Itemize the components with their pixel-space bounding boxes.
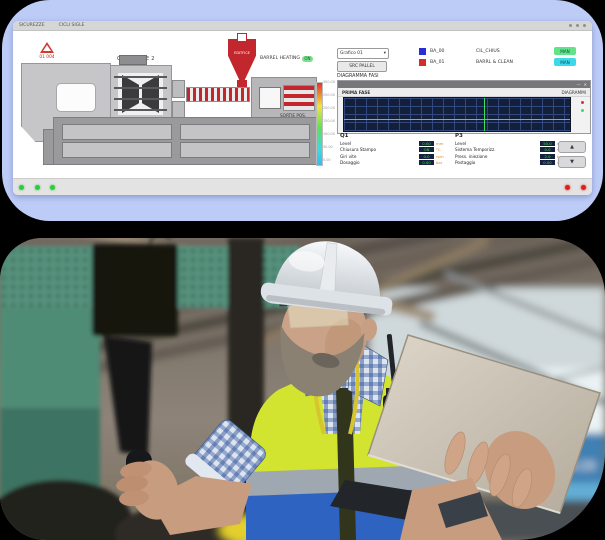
param-label: Press. iniezione xyxy=(455,154,540,159)
phase-plot xyxy=(343,97,571,132)
legend-desc: CIL_CHIUS xyxy=(476,49,554,54)
legend-swatch-blue-icon xyxy=(419,48,426,55)
sync-button[interactable]: SRC PALLEL xyxy=(337,61,387,72)
hmi-window: SICUREZZE CICLI SIGLE 01 004 CYCLE FASE … xyxy=(13,21,592,195)
menu-item-sicurezze[interactable]: SICUREZZE xyxy=(19,23,45,28)
param-unit: bar xyxy=(436,160,450,165)
status-red-light-icon xyxy=(581,185,586,190)
param-value: 0.00 xyxy=(419,160,434,165)
param-value: ON xyxy=(419,147,434,152)
hopper-inlet xyxy=(237,33,247,42)
param-value: 2.0 xyxy=(540,154,555,159)
param-unit: rpm xyxy=(436,154,450,159)
param-row: Level 50.0 mm xyxy=(455,140,571,147)
param-label: Level xyxy=(340,141,419,146)
hmi-titlebar: SICUREZZE CICLI SIGLE xyxy=(13,21,592,31)
hopper-neck xyxy=(237,80,247,87)
param-value: 50.0 xyxy=(540,141,555,146)
chevron-down-icon: ▾ xyxy=(384,51,386,56)
phase-diagram-label: DIAGRAMMA FASI xyxy=(337,74,379,79)
plot-vertical-cursor xyxy=(484,98,485,131)
param-row: Level 0.00 mm xyxy=(340,140,450,147)
q1-title: Q1 xyxy=(340,133,450,139)
param-row: Giri vite 0.0 rpm xyxy=(340,153,450,160)
close-icon[interactable]: ✕ xyxy=(584,82,587,87)
param-row: Postaggio 0.00 mm xyxy=(455,160,571,167)
machine-base xyxy=(53,117,317,165)
window-dot-icon[interactable] xyxy=(583,24,586,27)
window-dot-icon[interactable] xyxy=(569,24,572,27)
param-label: Dosaggio xyxy=(340,160,419,165)
legend-state-badge: MAN xyxy=(554,58,576,66)
barrel-on-badge: ON xyxy=(302,56,313,62)
machine-schematic: 01 004 CYCLE FASE 2 EDITFICE BARREL HEAT… xyxy=(13,31,315,178)
color-scale xyxy=(316,82,323,166)
phase-graph-window: — ✕ PRIMA FASE DIAGRAMMI xyxy=(337,80,591,134)
param-value: 0.00 xyxy=(419,141,434,146)
param-label: Chiusura Stampo xyxy=(340,147,419,152)
arrow-up-button[interactable]: ▲ xyxy=(558,141,586,153)
screw-barrel xyxy=(186,87,250,102)
black-control-box xyxy=(92,244,178,336)
minimize-icon[interactable]: — xyxy=(577,82,581,87)
legend-row: BA_00 CIL_CHIUS MAN xyxy=(419,47,576,55)
legend-desc: BARRL & CLEAN xyxy=(476,60,554,65)
red-dot-icon xyxy=(581,101,584,104)
value-stepper: ▲ ▼ xyxy=(558,141,584,171)
worker-photo-svg: 8-29 xyxy=(0,238,605,540)
param-value: 0.0 xyxy=(419,154,434,159)
status-green-light-icon xyxy=(19,185,24,190)
legend-row: BA_01 BARRL & CLEAN MAN xyxy=(419,58,576,66)
plot-horizontal-cursor xyxy=(344,119,570,120)
param-row: Press. iniezione 2.0 bar xyxy=(455,153,571,160)
legend-swatch-red-icon xyxy=(419,59,426,66)
legend-label: BA_01 xyxy=(430,60,476,65)
param-row: Chiusura Stampo ON °C xyxy=(340,147,450,154)
hopper xyxy=(228,39,256,81)
hmi-card: SICUREZZE CICLI SIGLE 01 004 CYCLE FASE … xyxy=(2,0,603,221)
status-green-light-icon xyxy=(35,185,40,190)
param-row: Sistema Temporizz. 0.0 s xyxy=(455,147,571,154)
p3-panel: P3 Level 50.0 mm Sistema Temporizz. 0.0 … xyxy=(455,133,571,166)
param-label: Sistema Temporizz. xyxy=(455,147,540,152)
param-label: Postaggio xyxy=(455,160,540,165)
param-row: Dosaggio 0.00 bar xyxy=(340,160,450,167)
graph-select-dropdown[interactable]: Grafico 01 ▾ xyxy=(337,48,389,59)
page: { "hmi": { "titlebar": { "menu_items": [… xyxy=(0,0,605,540)
worker-photo: 8-29 xyxy=(0,238,605,540)
param-unit: °C xyxy=(436,147,450,152)
param-unit: mm xyxy=(436,141,450,146)
green-dot-icon xyxy=(581,109,584,112)
param-value: 0.00 xyxy=(540,160,555,165)
param-label: Giri vite xyxy=(340,154,419,159)
menu-item-cicli[interactable]: CICLI SIGLE xyxy=(59,23,85,28)
param-value: 0.0 xyxy=(540,147,555,152)
status-green-light-icon xyxy=(50,185,55,190)
window-dot-icon[interactable] xyxy=(576,24,579,27)
hopper-label: EDITFICE xyxy=(226,51,258,55)
carriage-blocks xyxy=(172,80,185,119)
mold-platen-unit xyxy=(110,65,172,123)
graph-title: PRIMA FASE xyxy=(342,90,370,95)
graph-titlebar: — ✕ xyxy=(338,81,590,88)
hmi-statusbar xyxy=(13,178,592,195)
warning-triangle-icon xyxy=(40,42,54,53)
barrel-heating-label: BARREL HEATINGON xyxy=(260,56,313,62)
alarm-code: 01 004 xyxy=(25,55,69,60)
window-controls[interactable] xyxy=(569,24,586,27)
p3-title: P3 xyxy=(455,133,571,139)
legend-label: BA_00 xyxy=(430,49,476,54)
hmi-main: 01 004 CYCLE FASE 2 EDITFICE BARREL HEAT… xyxy=(13,31,592,178)
q1-panel: Q1 Level 0.00 mm Chiusura Stampo ON °C G… xyxy=(340,133,450,166)
param-label: Level xyxy=(455,141,540,146)
arrow-down-button[interactable]: ▼ xyxy=(558,156,586,168)
legend-state-badge: MAN xyxy=(554,47,576,55)
graph-header: PRIMA FASE DIAGRAMMI xyxy=(338,88,590,97)
graph-corner-label: DIAGRAMMI xyxy=(561,90,586,95)
machine-nameplate xyxy=(119,55,147,65)
status-red-light-icon xyxy=(565,185,570,190)
